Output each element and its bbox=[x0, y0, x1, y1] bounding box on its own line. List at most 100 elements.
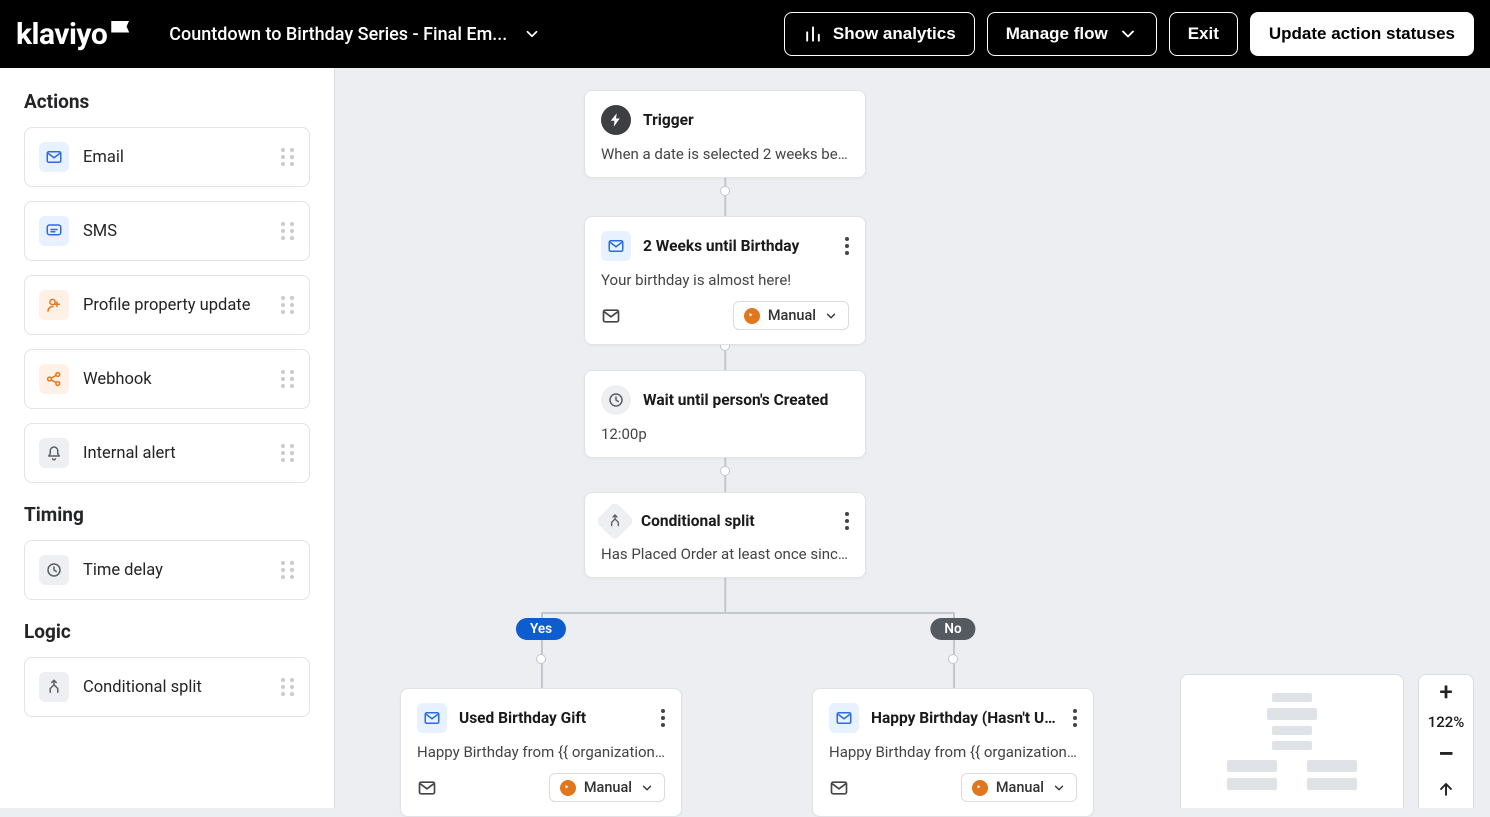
branch-no-pill: No bbox=[930, 618, 975, 640]
drag-handle-icon[interactable] bbox=[281, 678, 295, 696]
message-icon bbox=[39, 216, 69, 246]
minimap-node bbox=[1272, 741, 1312, 750]
status-select[interactable]: Manual bbox=[961, 773, 1077, 802]
share-icon bbox=[39, 364, 69, 394]
sidebar-item-delay[interactable]: Time delay bbox=[24, 540, 310, 600]
app-header: klaviyo Countdown to Birthday Series - F… bbox=[0, 0, 1490, 68]
sidebar-heading: Actions bbox=[24, 90, 310, 113]
logo[interactable]: klaviyo bbox=[16, 17, 129, 52]
chevron-down-icon bbox=[640, 781, 654, 795]
manage-flow-button[interactable]: Manage flow bbox=[987, 12, 1157, 56]
chevron-down-icon bbox=[1052, 781, 1066, 795]
bell-icon bbox=[39, 438, 69, 468]
flow-title-dropdown[interactable]: Countdown to Birthday Series - Final Em.… bbox=[169, 24, 784, 45]
status-label: Manual bbox=[768, 307, 816, 324]
bar-chart-icon bbox=[803, 24, 823, 44]
zoom-in-button[interactable]: + bbox=[1439, 680, 1452, 704]
header-actions: Show analytics Manage flow Exit Update a… bbox=[784, 12, 1474, 56]
node-desc: Has Placed Order at least once since sta… bbox=[601, 545, 849, 563]
sidebar-item-split[interactable]: Conditional split bbox=[24, 657, 310, 717]
sidebar-heading: Logic bbox=[24, 620, 310, 643]
node-email-used-gift[interactable]: Used Birthday Gift Happy Birthday from {… bbox=[400, 688, 682, 817]
node-desc: Your birthday is almost here! bbox=[601, 271, 849, 289]
sidebar-item-label: Time delay bbox=[83, 561, 267, 580]
zoom-level: 122% bbox=[1428, 713, 1465, 731]
node-title: Trigger bbox=[643, 111, 849, 129]
mail-icon bbox=[417, 778, 437, 798]
zoom-out-button[interactable]: − bbox=[1438, 740, 1455, 770]
node-desc: 12:00p bbox=[601, 425, 849, 443]
sidebar-item-label: Email bbox=[83, 148, 267, 167]
status-select[interactable]: Manual bbox=[733, 301, 849, 330]
node-desc: When a date is selected 2 weeks before p… bbox=[601, 145, 849, 163]
minimap-node bbox=[1307, 778, 1357, 790]
flow-canvas[interactable]: Yes No Trigger When a date is selected 2… bbox=[335, 68, 1490, 808]
sidebar-item-profile[interactable]: Profile property update bbox=[24, 275, 310, 335]
show-analytics-label: Show analytics bbox=[833, 24, 956, 44]
sidebar-item-alert[interactable]: Internal alert bbox=[24, 423, 310, 483]
node-menu-button[interactable] bbox=[845, 234, 849, 258]
update-statuses-button[interactable]: Update action statuses bbox=[1250, 12, 1474, 56]
mail-icon bbox=[601, 306, 621, 326]
node-menu-button[interactable] bbox=[845, 509, 849, 533]
drag-handle-icon[interactable] bbox=[281, 370, 295, 388]
sidebar-item-label: Internal alert bbox=[83, 444, 267, 463]
connector-add[interactable] bbox=[720, 186, 730, 196]
node-email-no-gift[interactable]: Happy Birthday (Hasn't Used Gift) Happy … bbox=[812, 688, 1094, 817]
chevron-down-icon bbox=[523, 25, 541, 43]
node-wait[interactable]: Wait until person's Created 12:00p bbox=[584, 370, 866, 458]
node-desc: Happy Birthday from {{ organization.name… bbox=[417, 743, 665, 761]
logo-flag-icon bbox=[111, 21, 129, 33]
node-menu-button[interactable] bbox=[1073, 706, 1077, 730]
chevron-down-icon bbox=[824, 309, 838, 323]
node-title: 2 Weeks until Birthday bbox=[643, 237, 833, 255]
drag-handle-icon[interactable] bbox=[281, 296, 295, 314]
minimap[interactable] bbox=[1180, 674, 1404, 808]
node-title: Used Birthday Gift bbox=[459, 709, 649, 727]
status-label: Manual bbox=[996, 779, 1044, 796]
status-dot-icon bbox=[972, 780, 988, 796]
sidebar-item-label: SMS bbox=[83, 222, 267, 241]
sidebar-item-email[interactable]: Email bbox=[24, 127, 310, 187]
drag-handle-icon[interactable] bbox=[281, 148, 295, 166]
status-select[interactable]: Manual bbox=[549, 773, 665, 802]
minimap-node bbox=[1272, 726, 1312, 735]
status-dot-icon bbox=[560, 780, 576, 796]
exit-button[interactable]: Exit bbox=[1169, 12, 1238, 56]
mail-icon bbox=[829, 703, 859, 733]
node-title: Wait until person's Created bbox=[643, 391, 849, 409]
sidebar: Actions Email SMS Profile property updat… bbox=[0, 68, 335, 808]
chevron-down-icon bbox=[1118, 24, 1138, 44]
node-email-2weeks[interactable]: 2 Weeks until Birthday Your birthday is … bbox=[584, 216, 866, 345]
sidebar-item-label: Profile property update bbox=[83, 296, 267, 315]
update-statuses-label: Update action statuses bbox=[1269, 24, 1455, 44]
drag-handle-icon[interactable] bbox=[281, 444, 295, 462]
connector-add[interactable] bbox=[720, 466, 730, 476]
bolt-icon bbox=[601, 105, 631, 135]
drag-handle-icon[interactable] bbox=[281, 561, 295, 579]
status-dot-icon bbox=[744, 308, 760, 324]
node-conditional-split[interactable]: Conditional split Has Placed Order at le… bbox=[584, 492, 866, 578]
node-title: Happy Birthday (Hasn't Used Gift) bbox=[871, 709, 1061, 727]
split-icon bbox=[595, 501, 635, 541]
sidebar-item-sms[interactable]: SMS bbox=[24, 201, 310, 261]
split-icon bbox=[39, 672, 69, 702]
logo-text: klaviyo bbox=[16, 17, 107, 52]
show-analytics-button[interactable]: Show analytics bbox=[784, 12, 975, 56]
connector-add[interactable] bbox=[948, 654, 958, 664]
arrow-up-icon bbox=[1436, 779, 1456, 799]
person-icon bbox=[39, 290, 69, 320]
branch-connector bbox=[541, 612, 953, 614]
node-menu-button[interactable] bbox=[661, 706, 665, 730]
node-trigger[interactable]: Trigger When a date is selected 2 weeks … bbox=[584, 90, 866, 178]
node-title: Conditional split bbox=[641, 512, 833, 530]
mail-icon bbox=[39, 142, 69, 172]
clock-icon bbox=[39, 555, 69, 585]
zoom-fit-button[interactable] bbox=[1436, 779, 1456, 803]
connector-add[interactable] bbox=[536, 654, 546, 664]
drag-handle-icon[interactable] bbox=[281, 222, 295, 240]
clock-icon bbox=[601, 385, 631, 415]
sidebar-item-webhook[interactable]: Webhook bbox=[24, 349, 310, 409]
exit-label: Exit bbox=[1188, 24, 1219, 44]
node-desc: Happy Birthday from {{ organization.name… bbox=[829, 743, 1077, 761]
